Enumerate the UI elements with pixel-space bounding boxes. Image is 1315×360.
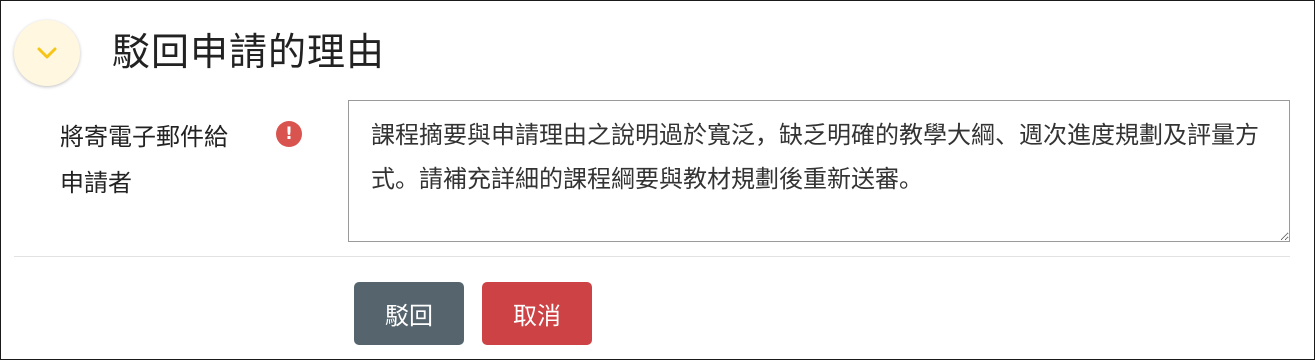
page-title: 駁回申請的理由 [112,29,386,74]
dialog-header: 駁回申請的理由 [14,20,385,86]
email-notice-label-line1: 將寄電子郵件給 [60,123,228,151]
divider [14,256,1290,257]
email-notice-label: 將寄電子郵件給 申請者 [60,114,260,206]
exclamation-glyph: ! [285,123,293,144]
cancel-button[interactable]: 取消 [482,282,592,345]
email-notice-label-line2: 申請者 [60,169,132,197]
chevron-down-icon [37,47,57,59]
reject-reason-textarea[interactable]: 課程摘要與申請理由之說明過於寬泛，缺乏明確的教學大綱、週次進度規劃及評量方式。請… [348,100,1290,242]
reject-button[interactable]: 駁回 [354,282,464,345]
exclamation-circle-icon: ! [276,121,302,147]
collapse-toggle-button[interactable] [14,20,80,86]
